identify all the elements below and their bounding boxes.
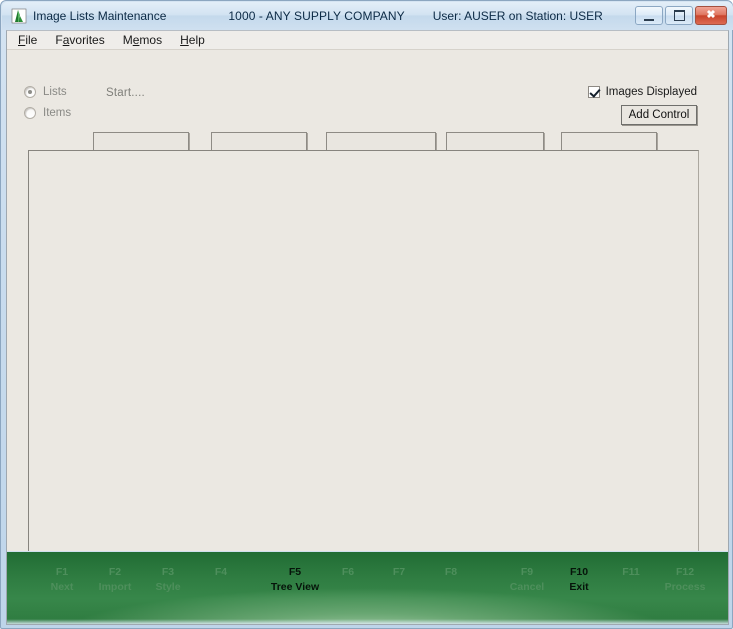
header-box-5[interactable] [561,132,657,151]
image-list-panel[interactable] [28,150,699,585]
f5-label: Tree View [270,581,320,593]
function-key-bar: F1 Next F2 Import F3 Style F4 F5 Tree Vi… [7,551,728,624]
minimize-icon [644,16,654,21]
f8-key: F8 [444,566,458,578]
images-displayed-label: Images Displayed [605,86,697,98]
app-mountain-icon [11,8,27,24]
window-controls: ✖ [635,6,727,25]
start-status-label: Start.... [106,87,145,99]
close-button[interactable]: ✖ [695,6,727,25]
close-icon: ✖ [706,9,716,21]
f4-key: F4 [214,566,228,578]
function-key-f4[interactable]: F4 [182,566,260,581]
f12-label: Process [664,581,706,593]
add-control-button[interactable]: Add Control [621,105,697,125]
menu-bar: File Favorites Memos Help [7,31,728,50]
radio-lists-label: Lists [43,86,67,98]
function-key-f12[interactable]: F12 Process [646,566,724,594]
client-area: File Favorites Memos Help Lists Items St… [6,30,729,625]
f3-label: Style [155,581,181,593]
f12-key: F12 [675,566,695,578]
minimize-button[interactable] [635,6,663,25]
radio-option-lists[interactable]: Lists [24,86,67,98]
window-title: Image Lists Maintenance [33,9,167,23]
header-box-2[interactable] [211,132,307,151]
images-displayed-checkbox[interactable]: Images Displayed [587,86,697,98]
menu-item-favorites[interactable]: Favorites [55,33,104,47]
radio-items-icon [24,107,36,119]
application-window: Image Lists Maintenance 1000 - ANY SUPPL… [0,0,733,629]
menu-item-help[interactable]: Help [180,33,205,47]
header-box-1[interactable] [93,132,189,151]
f10-label: Exit [569,581,589,593]
title-bar: Image Lists Maintenance 1000 - ANY SUPPL… [2,2,733,30]
maximize-button[interactable] [665,6,693,25]
add-control-label: Add Control [628,109,690,121]
header-box-row [93,132,671,152]
radio-items-label: Items [43,107,72,119]
menu-item-file[interactable]: File [18,33,37,47]
checkbox-checked-icon [587,86,600,98]
function-key-f8[interactable]: F8 [412,566,490,581]
menu-item-memos[interactable]: Memos [123,33,162,47]
window-user-label: User: AUSER on Station: USER [432,9,603,23]
header-box-3[interactable] [326,132,436,151]
maximize-icon [673,10,685,21]
header-box-4[interactable] [446,132,544,151]
radio-lists-icon [24,86,36,98]
window-company-label: 1000 - ANY SUPPLY COMPANY [228,9,405,23]
radio-option-items[interactable]: Items [24,107,71,119]
